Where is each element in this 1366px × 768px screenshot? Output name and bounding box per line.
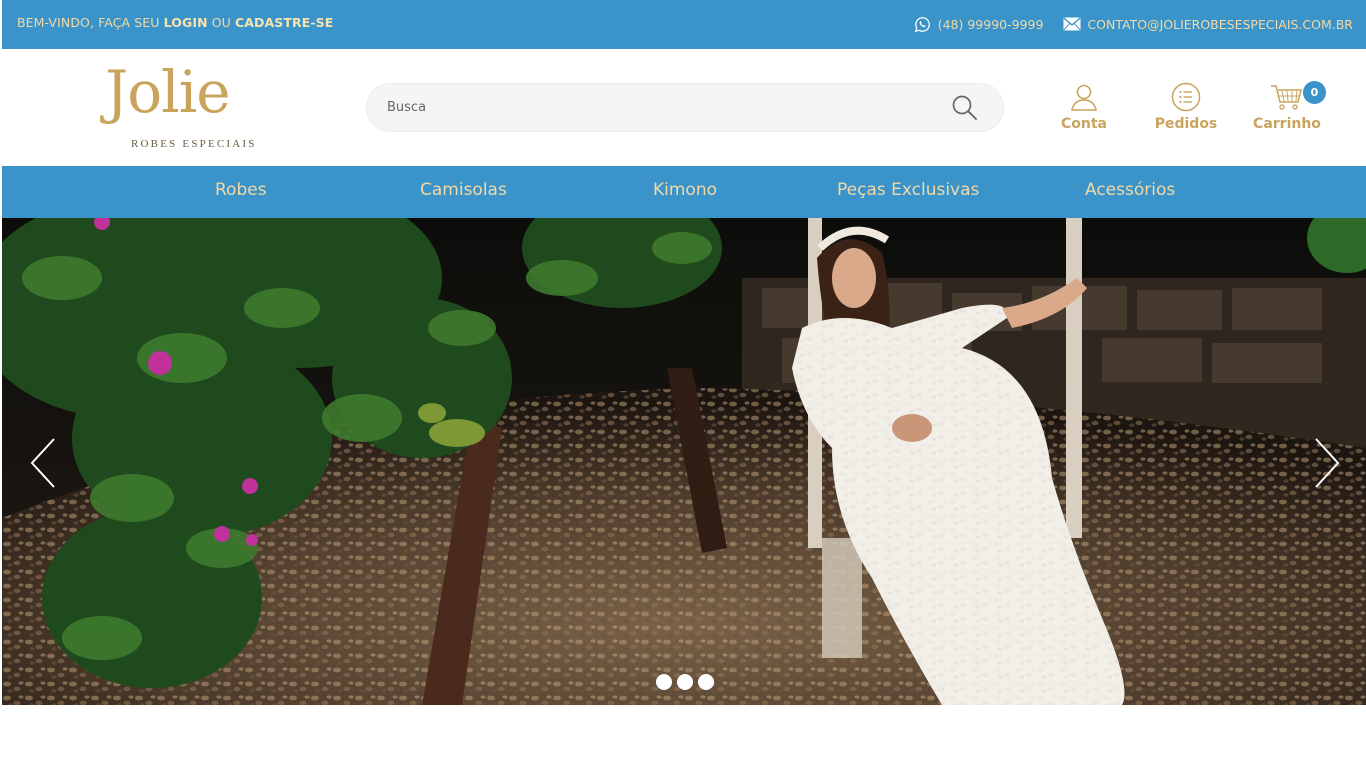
nav-item-acessorios[interactable]: Acessórios (1085, 180, 1175, 200)
orders-button[interactable]: Pedidos (1141, 82, 1231, 132)
main-nav: Robes Camisolas Kimono Peças Exclusivas … (2, 166, 1366, 218)
search-input[interactable] (387, 84, 927, 131)
user-icon (1039, 82, 1129, 112)
logo-subtitle: ROBES ESPECIAIS (131, 138, 257, 150)
account-label: Conta (1061, 116, 1107, 132)
hero-slide-image (2, 218, 1366, 705)
logo-word: Jolie (105, 58, 231, 126)
cart-count-badge: 0 (1303, 81, 1326, 104)
nav-item-kimono[interactable]: Kimono (653, 180, 717, 200)
site-header: Jolie ROBES ESPECIAIS Conta Pedidos (2, 49, 1366, 166)
carousel-dot[interactable] (698, 674, 714, 690)
welcome-message: BEM-VINDO, FAÇA SEU LOGIN OU CADASTRE-SE (17, 15, 333, 30)
cart-label: Carrinho (1253, 116, 1321, 132)
envelope-icon (1063, 15, 1082, 33)
email-address[interactable]: CONTATO@JOLIEROBESESPECIAIS.COM.BR (1087, 17, 1353, 32)
carousel-dot[interactable] (677, 674, 693, 690)
chevron-right-icon[interactable] (1312, 436, 1342, 490)
list-icon (1141, 82, 1231, 112)
carousel-dot[interactable] (656, 674, 672, 690)
welcome-or: OU (207, 15, 235, 30)
magnifier-icon[interactable] (951, 94, 979, 122)
chevron-left-icon[interactable] (28, 436, 58, 490)
cart-button[interactable]: Carrinho 0 (1242, 81, 1332, 132)
hero-carousel (2, 218, 1366, 705)
login-link[interactable]: LOGIN (164, 15, 208, 30)
whatsapp-icon (914, 15, 932, 33)
logo[interactable]: Jolie ROBES ESPECIAIS (105, 63, 265, 153)
top-bar: BEM-VINDO, FAÇA SEU LOGIN OU CADASTRE-SE… (2, 0, 1366, 49)
nav-item-camisolas[interactable]: Camisolas (420, 180, 507, 200)
page: BEM-VINDO, FAÇA SEU LOGIN OU CADASTRE-SE… (0, 0, 1366, 768)
contact-info: (48) 99990-9999 CONTATO@JOLIEROBESESPECI… (914, 15, 1353, 33)
welcome-prefix: BEM-VINDO, FAÇA SEU (17, 15, 164, 30)
account-button[interactable]: Conta (1039, 82, 1129, 132)
orders-label: Pedidos (1154, 116, 1218, 132)
nav-item-pecas-exclusivas[interactable]: Peças Exclusivas (837, 180, 979, 200)
search-box (366, 83, 1004, 132)
nav-item-robes[interactable]: Robes (215, 180, 267, 200)
phone-number[interactable]: (48) 99990-9999 (938, 17, 1044, 32)
register-link[interactable]: CADASTRE-SE (235, 15, 333, 30)
carousel-dots (656, 674, 714, 690)
